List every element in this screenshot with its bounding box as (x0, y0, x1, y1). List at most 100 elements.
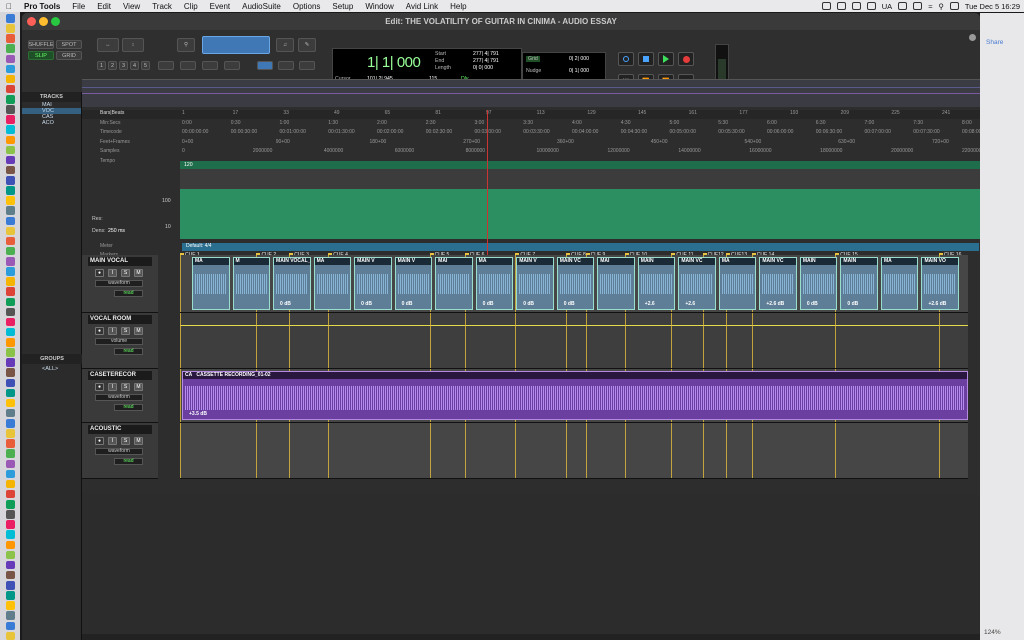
dens-value[interactable]: 250 ms (108, 228, 125, 234)
dock-app-icon[interactable] (5, 489, 15, 499)
clip-gain[interactable]: +2.6 (645, 301, 655, 307)
dock-app-icon[interactable] (5, 267, 15, 276)
dock-app-icon[interactable] (5, 115, 15, 124)
stop-icon[interactable] (638, 52, 654, 66)
dock-app-icon[interactable] (5, 560, 15, 570)
audio-clip[interactable]: MAIN 0 dB (840, 257, 878, 310)
audio-clip[interactable]: MAIN VOCAL_06-04 0 dB (273, 257, 311, 310)
track-playlist-lane[interactable]: CA CASSETTE RECORDING_01-02 +3.5 dB (180, 369, 968, 423)
solo-button[interactable]: S (121, 269, 130, 277)
loop-icon[interactable] (618, 52, 634, 66)
track-vocal-room[interactable]: VOCAL ROOM ● I S Mvolume read (82, 313, 980, 369)
input-monitor-button[interactable]: I (108, 437, 117, 445)
search-icon[interactable]: ⚲ (938, 2, 944, 11)
dock-app-icon[interactable] (5, 186, 15, 195)
dock-app-icon[interactable] (5, 388, 15, 398)
grid-mode-button[interactable]: GRID (56, 51, 82, 60)
dock-app-icon[interactable] (5, 317, 15, 327)
dock-app-icon[interactable] (5, 530, 15, 539)
dock-app-icon[interactable] (5, 307, 15, 317)
dock-app-icon[interactable] (5, 155, 15, 165)
dock-app-icon[interactable] (5, 206, 15, 215)
dock-app-icon[interactable] (5, 287, 15, 296)
menu-options[interactable]: Options (287, 2, 327, 11)
clip-gain[interactable]: 0 dB (483, 301, 494, 307)
dock-app-icon[interactable] (5, 95, 15, 104)
dock-app-icon[interactable] (5, 601, 15, 610)
audio-clip[interactable]: MAIN V 0 dB (394, 257, 433, 310)
audio-clip[interactable]: MA 0 dB (475, 257, 514, 310)
zoom-preset-5[interactable]: 5 (141, 61, 150, 70)
tracks-list-header[interactable]: TRACKS (22, 92, 81, 102)
dock-app-icon[interactable] (5, 469, 15, 479)
track-main-vocal[interactable]: MAIN VOCAL●ISMwaveformreadMAMMAIN VOCAL_… (82, 255, 980, 313)
track-header[interactable]: MAIN VOCAL ● I S Mwaveform read (82, 255, 158, 313)
dock-app-icon[interactable] (5, 419, 15, 428)
dock-app-icon[interactable] (5, 297, 15, 307)
solo-button[interactable]: S (121, 383, 130, 391)
track-playlist-lane[interactable] (180, 313, 968, 369)
zoom-preset-2[interactable]: 2 (108, 61, 117, 70)
tool-button[interactable] (158, 61, 174, 70)
dock-app-icon[interactable] (5, 24, 15, 33)
dock-app-icon[interactable] (5, 591, 15, 600)
tool-button[interactable] (202, 61, 218, 70)
dock-app-icon[interactable] (5, 226, 15, 236)
record-arm-button[interactable]: ● (95, 437, 104, 445)
status-icon[interactable] (866, 2, 876, 10)
meter-ruler[interactable]: Meter Default: 4/4 (82, 243, 980, 251)
dock-app-icon[interactable] (5, 520, 15, 529)
audio-clip[interactable]: MAIN VC +2.6 (678, 257, 716, 310)
feet-frames-ruler[interactable]: Feet+Frames 0+00 90+00 180+00 270+00 360+00 4… (82, 139, 980, 148)
track-view-selector[interactable]: waveform (95, 394, 143, 401)
audio-clip[interactable]: MAIN +2.6 (637, 257, 676, 310)
solo-button[interactable]: S (121, 327, 130, 335)
dock-app-icon[interactable] (5, 246, 15, 256)
status-icon[interactable] (851, 2, 861, 10)
smart-tool-button[interactable] (202, 36, 270, 54)
zoom-preset-4[interactable]: 4 (130, 61, 139, 70)
dock-app-icon[interactable] (5, 368, 15, 377)
menu-clip[interactable]: Clip (178, 2, 204, 11)
dock-app-icon[interactable] (5, 84, 15, 94)
audio-clip[interactable]: MAIN 0 dB (799, 257, 838, 310)
shuffle-mode-button[interactable]: SHUFFLE (28, 40, 54, 49)
audio-clip[interactable]: MAIN V 0 dB (516, 257, 554, 310)
dock-app-icon[interactable] (5, 581, 15, 590)
dock-app-icon[interactable] (5, 621, 15, 631)
spot-mode-button[interactable]: SPOT (56, 40, 82, 49)
audio-clip[interactable]: MAIN VC +2.6 dB (759, 257, 797, 310)
dock-app-icon[interactable] (5, 44, 15, 53)
menu-avid-link[interactable]: Avid Link (400, 2, 444, 11)
dock-app-icon[interactable] (5, 145, 15, 155)
menu-help[interactable]: Help (444, 2, 472, 11)
input-monitor-button[interactable]: I (108, 327, 117, 335)
tempo-graph[interactable]: 120 (180, 161, 980, 239)
meter-event[interactable]: Default: 4/4 (182, 243, 979, 251)
menu-file[interactable]: File (66, 2, 91, 11)
track-view-selector[interactable]: waveform (95, 280, 143, 287)
clip-gain[interactable]: 0 dB (807, 301, 818, 307)
groups-header[interactable]: GROUPS (22, 354, 82, 364)
dock-app-icon[interactable] (5, 378, 15, 388)
dock-app-icon[interactable] (5, 236, 15, 246)
link-timeline-button[interactable] (257, 61, 273, 70)
dock-app-icon[interactable] (5, 165, 15, 175)
dock-app-icon[interactable] (5, 34, 15, 43)
solo-button[interactable]: S (121, 437, 130, 445)
record-arm-button[interactable]: ● (95, 269, 104, 277)
zoom-preset-1[interactable]: 1 (97, 61, 106, 70)
clip-gain[interactable]: 0 dB (523, 301, 534, 307)
status-icon[interactable] (836, 2, 846, 10)
zoom-preset-3[interactable]: 3 (119, 61, 128, 70)
play-icon[interactable] (658, 52, 674, 66)
mute-button[interactable]: M (134, 269, 143, 277)
track-playlist-lane[interactable] (180, 423, 968, 479)
dock-app-icon[interactable] (5, 611, 15, 620)
automation-mode-selector[interactable]: read (114, 404, 143, 411)
clock[interactable]: Tue Dec 5 16:29 (965, 2, 1020, 11)
track-header[interactable]: CASETERECOR ● I S Mwaveform read (82, 369, 158, 423)
record-arm-button[interactable]: ● (95, 383, 104, 391)
close-icon[interactable] (27, 17, 36, 26)
dock-app-icon[interactable] (5, 277, 15, 286)
